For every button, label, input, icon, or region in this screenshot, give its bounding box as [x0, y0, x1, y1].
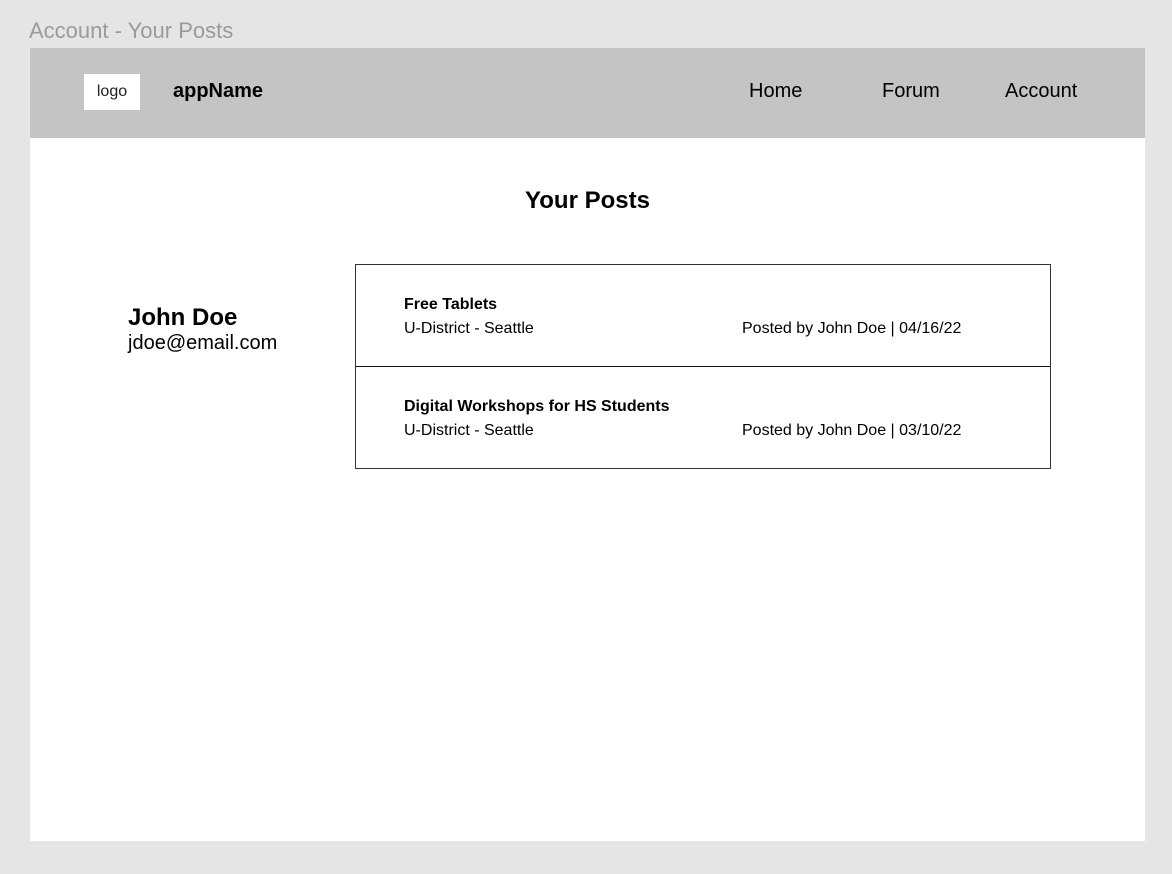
- post-item[interactable]: Digital Workshops for HS Students U-Dist…: [356, 366, 1050, 468]
- posts-list: Free Tablets U-District - Seattle Posted…: [355, 264, 1051, 469]
- post-title: Free Tablets: [404, 296, 498, 313]
- app-name: appName: [173, 80, 264, 102]
- post-title: Digital Workshops for HS Students: [404, 398, 670, 415]
- post-location: U-District - Seattle: [404, 320, 534, 337]
- frame-label: Account - Your Posts: [29, 18, 234, 43]
- nav-link-home[interactable]: Home: [749, 78, 802, 104]
- page-frame: logo appName Home Forum Account Your Pos…: [30, 48, 1145, 841]
- user-name: John Doe: [128, 304, 238, 331]
- post-location: U-District - Seattle: [404, 422, 534, 439]
- logo[interactable]: logo: [84, 74, 140, 110]
- nav-link-account[interactable]: Account: [1005, 78, 1077, 104]
- post-item[interactable]: Free Tablets U-District - Seattle Posted…: [356, 265, 1050, 366]
- page-title: Your Posts: [525, 187, 650, 214]
- nav-link-forum[interactable]: Forum: [882, 78, 940, 104]
- user-email: jdoe@email.com: [128, 332, 278, 354]
- navbar: logo appName Home Forum Account: [30, 48, 1145, 138]
- post-meta: Posted by John Doe | 04/16/22: [742, 320, 962, 337]
- post-meta: Posted by John Doe | 03/10/22: [742, 422, 962, 439]
